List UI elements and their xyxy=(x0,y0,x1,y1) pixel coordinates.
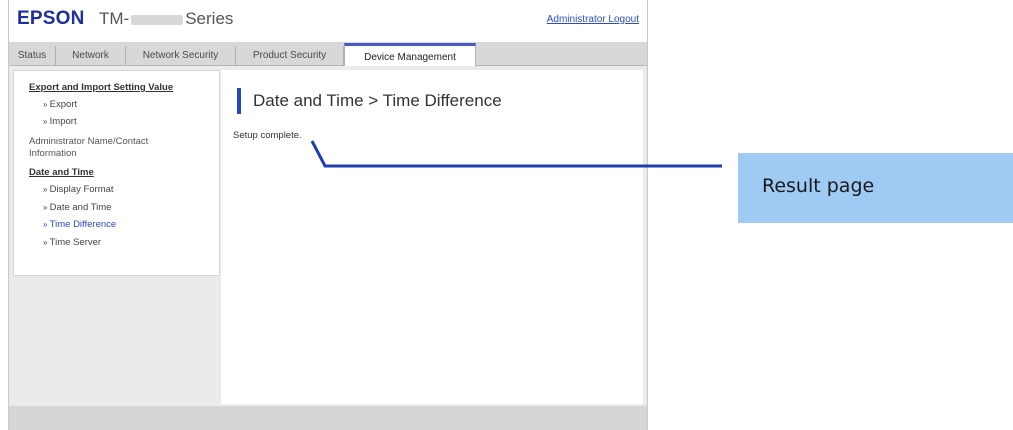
callout-label: Result page xyxy=(762,175,875,197)
callout-leader-path xyxy=(310,140,722,168)
callout-box: Result page xyxy=(738,153,1013,223)
